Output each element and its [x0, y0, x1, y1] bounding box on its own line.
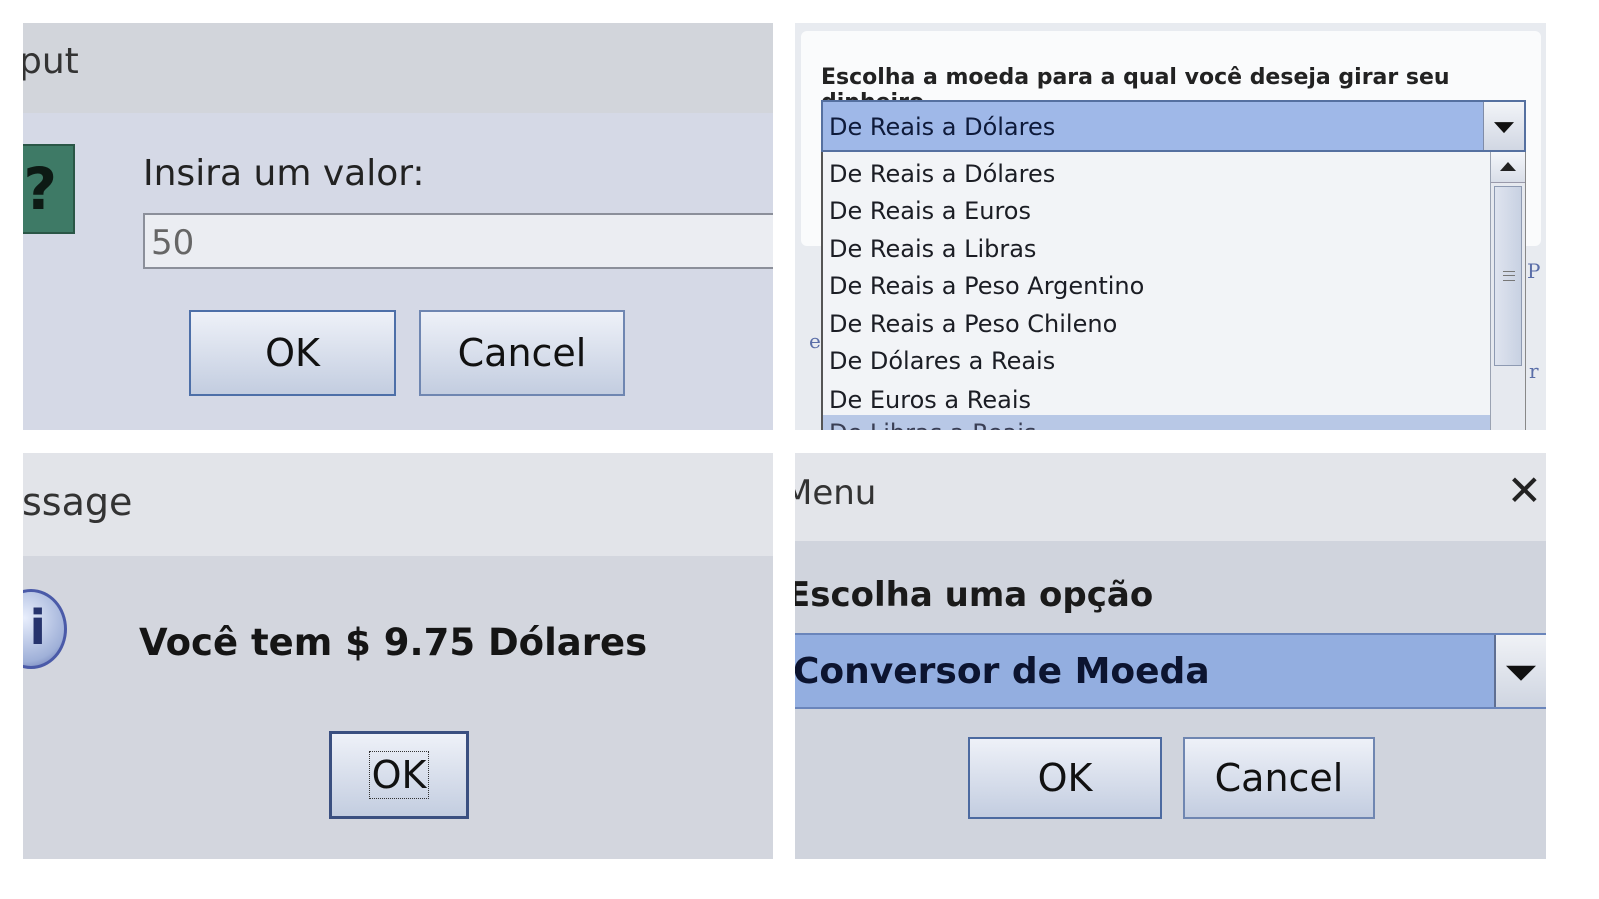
option-select-label: Escolha uma opção — [795, 575, 1154, 615]
ok-button[interactable]: OK — [329, 731, 469, 819]
question-icon: ? — [23, 144, 75, 234]
value-input[interactable]: 50 — [143, 213, 773, 269]
combo-selected-value: Conversor de Moeda — [795, 651, 1210, 692]
combo-arrow-button[interactable] — [1494, 635, 1546, 707]
title-bar[interactable]: put — [23, 23, 773, 113]
scrollbar-thumb[interactable] — [1494, 186, 1522, 366]
combo-selected-value: De Reais a Dólares — [829, 113, 1056, 141]
list-item-highlighted[interactable]: De Libras a Reais — [823, 415, 1491, 430]
list-item[interactable]: De Dólares a Reais — [829, 347, 1055, 375]
list-item-label: De Libras a Reais — [829, 419, 1036, 430]
list-item[interactable]: De Reais a Libras — [829, 235, 1036, 263]
chevron-down-icon — [1494, 122, 1514, 134]
ok-button[interactable]: OK — [189, 310, 396, 396]
option-combo-box[interactable]: Conversor de Moeda — [795, 633, 1546, 709]
input-dialog: put ? Insira um valor: 50 OK Cancel — [23, 23, 773, 430]
combo-arrow-button[interactable] — [1483, 102, 1524, 150]
grip-icon — [1503, 271, 1515, 281]
menu-dialog: Menu ✕ Escolha uma opção Conversor de Mo… — [795, 453, 1546, 859]
dialog-title: Menu — [795, 473, 877, 513]
list-item[interactable]: De Reais a Euros — [829, 197, 1031, 225]
currency-select-dialog: e P r Escolha a moeda para a qual você d… — [795, 23, 1546, 430]
close-icon[interactable]: ✕ — [1507, 469, 1542, 513]
currency-combo-box[interactable]: De Reais a Dólares — [821, 100, 1526, 152]
list-item[interactable]: De Reais a Dólares — [829, 160, 1055, 188]
dialog-title: put — [23, 41, 79, 82]
dialog-title: ssage — [23, 480, 133, 524]
ok-button-label: OK — [368, 751, 430, 799]
vertical-scrollbar[interactable] — [1490, 152, 1525, 430]
list-item[interactable]: De Reais a Peso Argentino — [829, 272, 1144, 300]
list-item[interactable]: De Euros a Reais — [829, 386, 1031, 414]
ok-button[interactable]: OK — [968, 737, 1162, 819]
currency-options-list[interactable]: De Reais a Dólares De Reais a Euros De R… — [821, 152, 1526, 430]
background-text-fragment: e — [809, 329, 821, 353]
title-bar[interactable]: ssage — [23, 453, 773, 556]
title-bar[interactable]: Menu ✕ — [795, 453, 1546, 541]
list-item[interactable]: De Reais a Peso Chileno — [829, 310, 1117, 338]
message-dialog: ssage i Você tem $ 9.75 Dólares OK — [23, 453, 773, 859]
background-text-fragment: P — [1527, 259, 1541, 283]
cancel-button[interactable]: Cancel — [1183, 737, 1375, 819]
scroll-up-button[interactable] — [1491, 152, 1525, 183]
cancel-button[interactable]: Cancel — [419, 310, 625, 396]
input-prompt-label: Insira um valor: — [143, 153, 425, 194]
chevron-down-icon — [1506, 665, 1536, 681]
chevron-up-icon — [1500, 162, 1516, 172]
result-message: Você tem $ 9.75 Dólares — [139, 621, 648, 664]
background-text-fragment: r — [1529, 359, 1539, 383]
